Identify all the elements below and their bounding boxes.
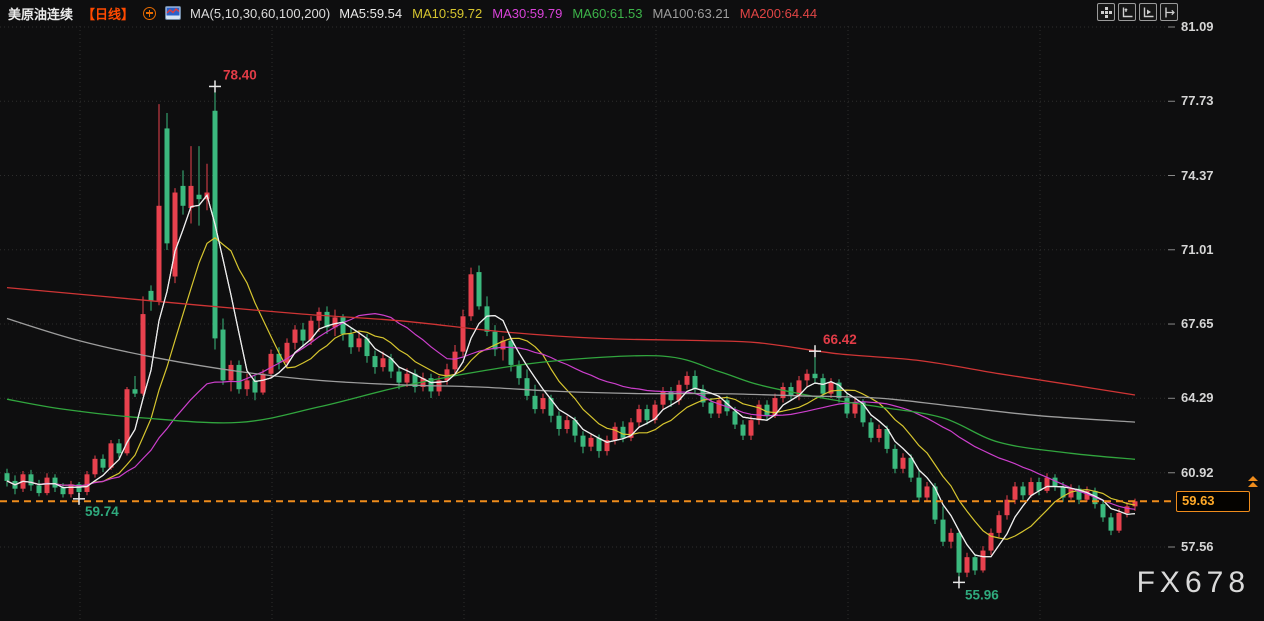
ma-value-label: MA60:61.53 [572, 5, 643, 21]
play-forward-icon [1143, 7, 1153, 17]
ma-legend: MA5:59.54 MA10:59.72 MA30:59.79 MA60:61.53 M… [339, 6, 817, 21]
last-price-badge: 59.63 [1176, 491, 1250, 513]
axis-tick-label: 60.92 [1181, 464, 1214, 480]
extreme-price-label: 59.74 [85, 504, 119, 519]
chart-header: 美原油连续 【日线】 MA(5,10,30,60,100,200) MA5:59… [8, 4, 817, 22]
scroll-to-latest-button[interactable] [1245, 476, 1261, 490]
ma-params-label: MA(5,10,30,60,100,200) [190, 5, 331, 21]
ma-line-ma100 [6, 317, 1136, 423]
ma-line-ma10 [6, 237, 1136, 540]
extreme-price-label: 78.40 [223, 67, 257, 82]
move-tool-icon [1100, 6, 1112, 18]
axis-scale-left-button[interactable] [1118, 3, 1136, 21]
ma-line-ma200 [6, 286, 1136, 396]
indicator-chart-icon[interactable] [165, 6, 182, 20]
move-tool-button[interactable] [1097, 3, 1115, 21]
axis-scale-left-icon [1122, 7, 1132, 17]
fx678-watermark: FX678 [1136, 566, 1250, 599]
play-forward-button[interactable] [1139, 3, 1157, 21]
ma-line-ma30 [6, 313, 1136, 510]
axis-tick-label: 74.37 [1181, 167, 1214, 183]
add-compare-icon[interactable] [143, 6, 157, 20]
ma-value-label: MA200:64.44 [739, 5, 818, 21]
axis-tick-label: 67.65 [1181, 316, 1214, 332]
symbol-name: 美原油连续 [8, 6, 74, 22]
extreme-price-label: 66.42 [823, 332, 857, 347]
ma-value-label: MA30:59.79 [492, 5, 563, 21]
axis-tick-label: 81.09 [1181, 19, 1214, 34]
axis-tick-label: 77.73 [1181, 93, 1214, 109]
period-selector[interactable]: 【日线】 [82, 4, 134, 23]
axis-tick-label: 64.29 [1181, 390, 1214, 406]
chart-toolbar [1097, 3, 1178, 21]
pan-right-icon [1164, 7, 1175, 17]
ma-value-label: MA100:63.21 [652, 5, 730, 21]
axis-tick-label: 71.01 [1181, 241, 1214, 257]
chart-app: 78.40 59.74 66.42 55.96 美原油连续 【日线】 MA(5,10,… [0, 0, 1264, 621]
ma-value-label: MA5:59.54 [339, 5, 403, 21]
ma-value-label: MA10:59.72 [412, 5, 483, 21]
axis-tick-label: 57.56 [1181, 539, 1214, 554]
pan-right-button[interactable] [1160, 3, 1178, 21]
extreme-price-label: 55.96 [965, 587, 999, 602]
plot-area[interactable]: 78.40 59.74 66.42 55.96 [0, 0, 1264, 621]
